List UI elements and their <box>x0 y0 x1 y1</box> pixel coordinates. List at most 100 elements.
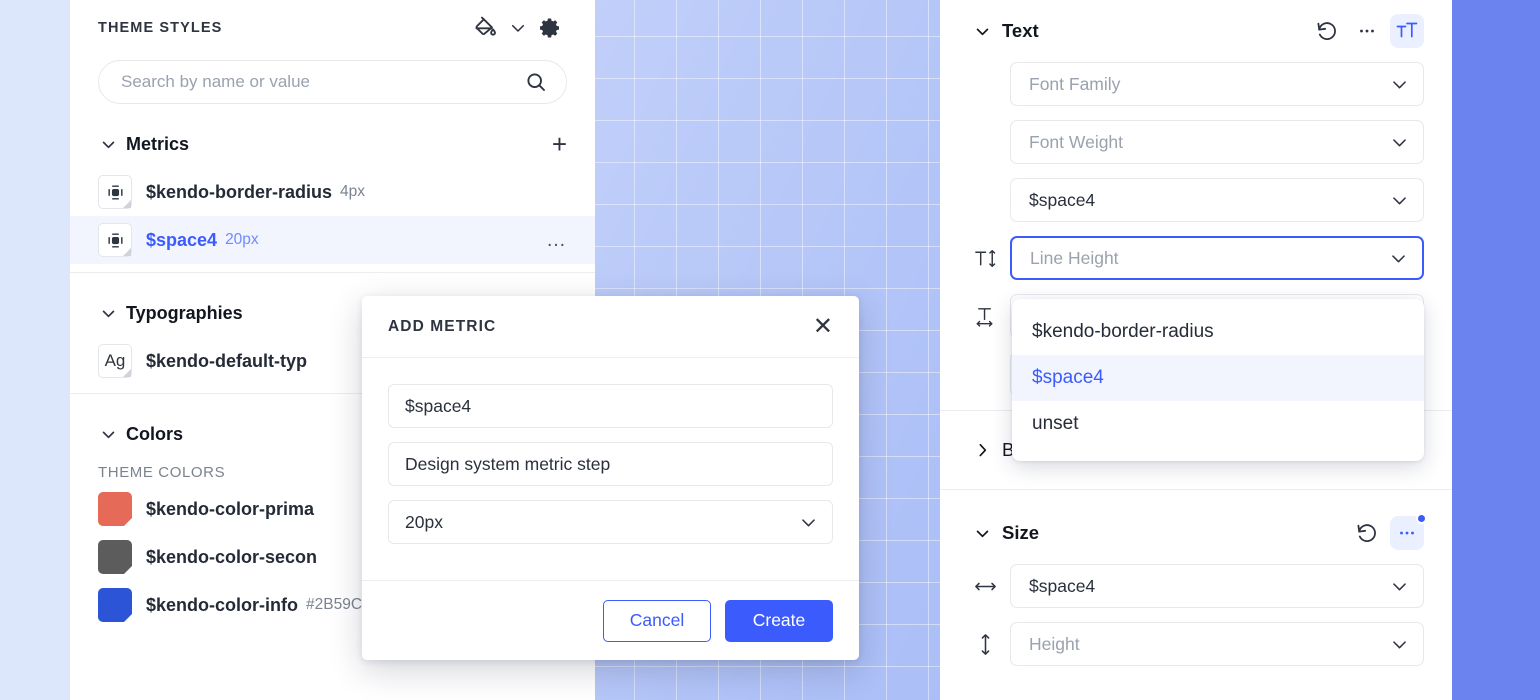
color-swatch <box>98 588 132 622</box>
metric-name: $space4 <box>146 229 218 250</box>
create-button[interactable]: Create <box>725 599 833 642</box>
list-item[interactable]: $space4 20px … <box>70 216 595 264</box>
field-height: Height <box>940 622 1452 666</box>
metric-name: $kendo-border-radius <box>146 181 333 202</box>
reset-icon[interactable] <box>1310 14 1344 48</box>
chevron-down-icon <box>1390 75 1409 94</box>
search-input[interactable] <box>121 72 524 92</box>
dropdown-option[interactable]: $space4 <box>1012 355 1424 401</box>
chevron-down-icon <box>972 23 992 40</box>
color-name: $kendo-color-info <box>146 594 298 615</box>
chevron-down-icon <box>1390 577 1409 596</box>
line-height-value: Line Height <box>1030 247 1119 268</box>
font-size-toggle-icon[interactable] <box>1390 14 1424 48</box>
chevron-down-icon <box>1389 249 1408 268</box>
more-options-icon[interactable] <box>1390 513 1427 550</box>
color-name: $kendo-color-prima <box>146 498 315 519</box>
font-weight-value: Font Weight <box>1029 131 1124 152</box>
height-icon <box>972 632 998 657</box>
chevron-down-icon <box>972 525 992 542</box>
text-section-actions <box>1310 14 1424 48</box>
theme-styles-header-actions <box>469 11 567 45</box>
cancel-button[interactable]: Cancel <box>603 599 711 642</box>
section-title-text: Text <box>1002 20 1039 41</box>
height-select[interactable]: Height <box>1010 622 1424 666</box>
metric-value: 4px <box>340 183 366 200</box>
search-container <box>70 56 595 104</box>
chevron-right-icon <box>972 442 992 459</box>
dropdown-option[interactable]: unset <box>1012 401 1424 447</box>
search-box[interactable] <box>98 60 567 104</box>
field-line-height: Line Height <box>940 236 1452 280</box>
add-metric-dialog: ADD METRIC ✕ $space4 Design system metri… <box>362 296 859 660</box>
reset-icon[interactable] <box>1350 516 1384 550</box>
app-stage: THEME STYLES Search by name or value Met… <box>0 0 1540 700</box>
add-metric-button[interactable]: + <box>552 131 567 157</box>
font-size-select[interactable]: $space4 <box>1010 178 1424 222</box>
color-value: #2B59C3 <box>306 596 371 613</box>
font-size-value: $space4 <box>1029 189 1096 210</box>
line-height-select[interactable]: Line Height <box>1010 236 1424 280</box>
gear-icon[interactable] <box>533 11 567 45</box>
paint-bucket-icon[interactable] <box>469 11 503 45</box>
divider <box>940 489 1452 490</box>
chevron-down-icon <box>1390 191 1409 210</box>
field-font-size: $space4 <box>940 178 1452 222</box>
field-width: $space4 <box>940 564 1452 608</box>
metric-name-field[interactable]: $space4 <box>388 384 833 428</box>
width-select[interactable]: $space4 <box>1010 564 1424 608</box>
chevron-down-icon <box>98 305 118 322</box>
section-header-metrics[interactable]: Metrics + <box>70 120 595 168</box>
close-icon[interactable]: ✕ <box>813 314 833 339</box>
metric-icon <box>98 223 132 257</box>
field-font-family: Font Family <box>940 62 1452 106</box>
line-height-dropdown[interactable]: $kendo-border-radius $space4 unset <box>1012 299 1424 461</box>
color-name: $kendo-color-secon <box>146 546 318 567</box>
typography-name: $kendo-default-typ <box>146 350 308 371</box>
dialog-title: ADD METRIC <box>388 317 497 335</box>
metric-description-field[interactable]: Design system metric step <box>388 442 833 486</box>
properties-panel: Text Font Family Font Weight $space4 Lin… <box>940 0 1452 700</box>
chevron-down-icon[interactable] <box>507 11 529 45</box>
divider <box>70 272 595 273</box>
color-swatch <box>98 540 132 574</box>
typography-icon: Ag <box>98 344 132 378</box>
metric-value: 20px <box>225 231 259 248</box>
chevron-down-icon <box>1390 133 1409 152</box>
section-title-typographies: Typographies <box>126 302 243 323</box>
chevron-down-icon <box>98 426 118 443</box>
height-value: Height <box>1029 633 1080 654</box>
color-swatch <box>98 492 132 526</box>
section-title-colors: Colors <box>126 423 184 444</box>
chevron-down-icon <box>1390 635 1409 654</box>
dialog-body: $space4 Design system metric step 20px <box>362 358 859 580</box>
width-icon <box>972 574 998 599</box>
font-weight-select[interactable]: Font Weight <box>1010 120 1424 164</box>
letter-spacing-icon <box>972 304 998 329</box>
search-icon <box>524 70 548 94</box>
page-title: THEME STYLES <box>98 20 223 36</box>
line-height-icon <box>972 246 998 271</box>
chevron-down-icon <box>799 513 818 532</box>
more-options-icon[interactable] <box>1350 14 1384 48</box>
metric-value-select[interactable]: 20px <box>388 500 833 544</box>
dialog-footer: Cancel Create <box>362 580 859 660</box>
dialog-header: ADD METRIC ✕ <box>362 296 859 358</box>
metric-icon <box>98 175 132 209</box>
canvas-right-strip <box>1452 0 1540 700</box>
font-family-value: Font Family <box>1029 73 1121 94</box>
width-value: $space4 <box>1029 575 1096 596</box>
theme-styles-header: THEME STYLES <box>70 0 595 56</box>
section-header-text[interactable]: Text <box>940 0 1452 62</box>
section-header-size[interactable]: Size <box>940 502 1452 564</box>
section-title-metrics: Metrics <box>126 133 190 154</box>
metric-value-value: 20px <box>405 511 443 532</box>
canvas-left-strip <box>0 0 70 700</box>
font-family-select[interactable]: Font Family <box>1010 62 1424 106</box>
metric-name-value: $space4 <box>405 395 472 416</box>
chevron-down-icon <box>98 136 118 153</box>
list-item[interactable]: $kendo-border-radius 4px <box>70 168 595 216</box>
section-title-size: Size <box>1002 522 1040 543</box>
dropdown-option[interactable]: $kendo-border-radius <box>1012 309 1424 355</box>
size-section-actions <box>1350 513 1427 550</box>
